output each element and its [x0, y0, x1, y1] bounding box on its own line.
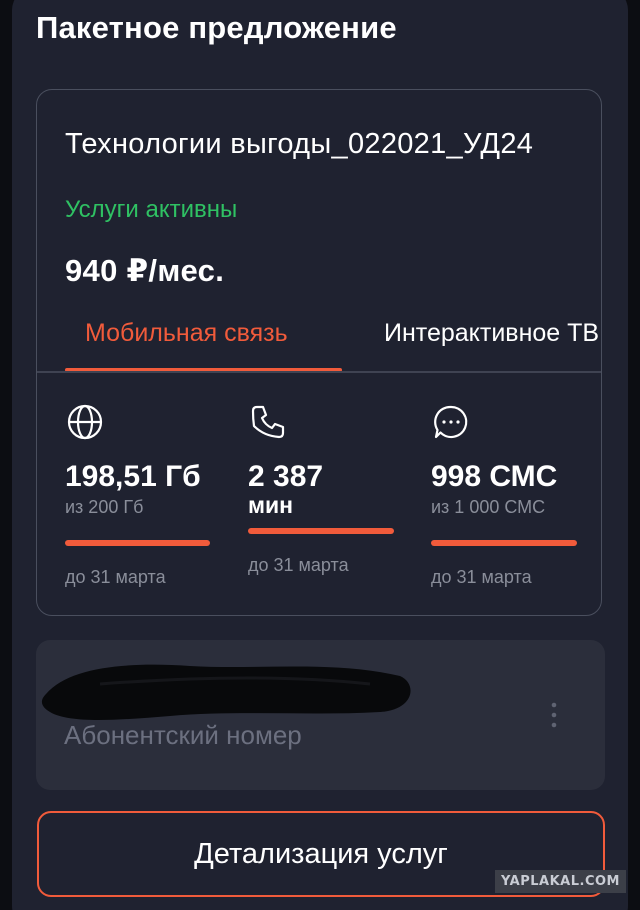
stat-progress-bar — [65, 540, 210, 546]
tariff-price: 940 ₽/мес. — [65, 253, 225, 288]
kebab-menu-icon[interactable] — [544, 700, 564, 730]
tariff-card: Технологии выгоды_022021_УД24 Услуги акт… — [36, 89, 602, 616]
stat-expiry: до 31 марта — [431, 567, 532, 587]
globe-icon — [65, 402, 105, 442]
redaction-scribble — [41, 664, 411, 720]
screen: Пакетное предложение Технологии выгоды_0… — [0, 0, 640, 910]
stat-minutes: 2 387 мин до 31 марта — [248, 402, 398, 592]
chat-icon — [431, 402, 471, 442]
stat-value: 2 387 — [248, 460, 324, 493]
stat-value: 998 СМС — [431, 460, 558, 493]
stat-sms: 998 СМС из 1 000 СМС до 31 марта — [431, 402, 581, 592]
stat-expiry: до 31 марта — [65, 567, 166, 587]
tab-mobile[interactable]: Мобильная связь — [85, 319, 288, 348]
stat-progress-bar — [431, 540, 577, 546]
stat-value: 198,51 Гб — [65, 460, 201, 493]
watermark: YAPLAKAL.COM — [495, 870, 626, 893]
stat-limit: из 200 Гб — [65, 497, 144, 517]
tariff-name: Технологии выгоды_022021_УД24 — [65, 128, 534, 160]
stat-progress-bar — [248, 528, 394, 534]
subscriber-number-label: Абонентский номер — [64, 720, 302, 750]
phone-icon — [248, 402, 288, 442]
tabs-divider — [37, 371, 601, 373]
stat-unit: мин — [248, 492, 294, 518]
stat-limit: из 1 000 СМС — [431, 497, 546, 517]
subscriber-card[interactable]: Абонентский номер — [36, 640, 605, 790]
stat-expiry: до 31 марта — [248, 555, 349, 575]
tab-interactive-tv[interactable]: Интерактивное ТВ — [384, 319, 599, 348]
stat-internet: 198,51 Гб из 200 Гб до 31 марта — [65, 402, 215, 592]
section-title: Пакетное предложение — [36, 10, 397, 45]
tariff-status: Услуги активны — [65, 196, 238, 223]
